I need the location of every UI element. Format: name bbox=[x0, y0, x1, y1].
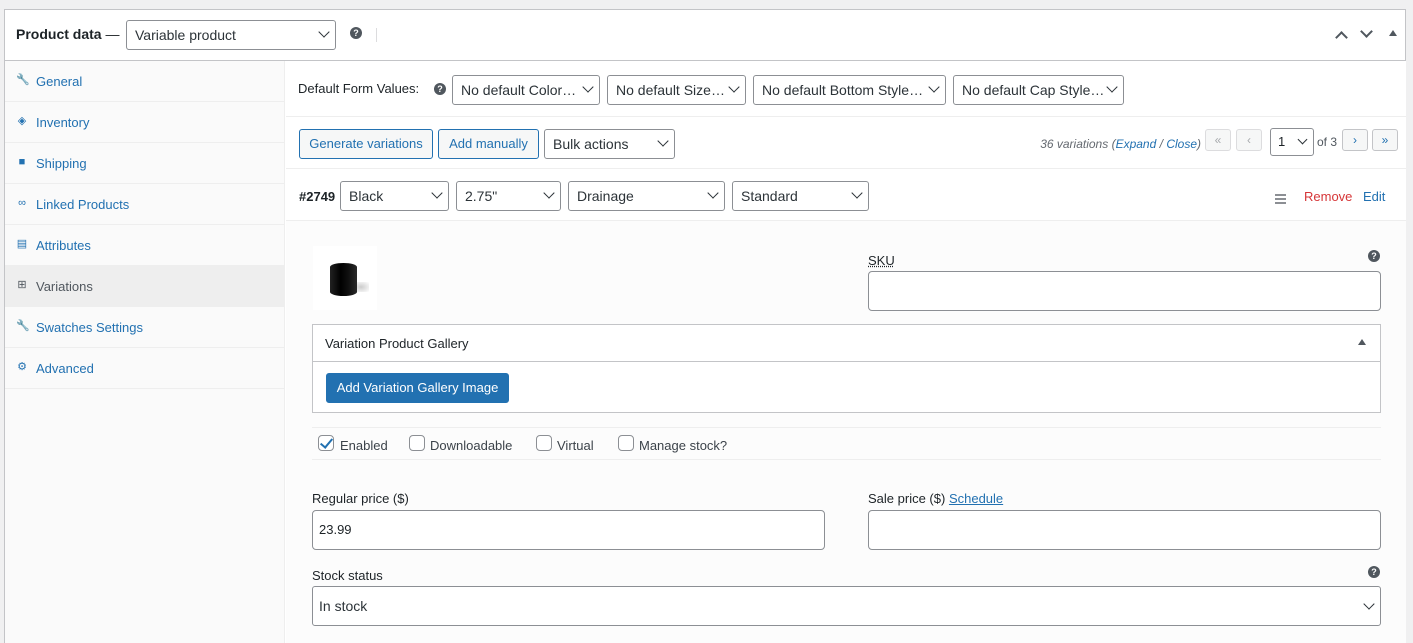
sale-price-label: Sale price ($) Schedule bbox=[868, 491, 1004, 506]
schedule-link[interactable]: Schedule bbox=[949, 491, 1003, 506]
default-size-select[interactable]: No default Size… bbox=[607, 75, 746, 105]
variations-panel: Default Form Values: ? No default Color…… bbox=[286, 61, 1406, 643]
chevron-down-icon bbox=[1363, 598, 1375, 610]
default-form-values-label: Default Form Values: bbox=[298, 81, 420, 96]
tab-general[interactable]: 🔧 General bbox=[5, 61, 285, 102]
remove-variation-link[interactable]: Remove bbox=[1304, 189, 1352, 204]
tab-linked-products[interactable]: ∞ Linked Products bbox=[5, 184, 285, 225]
add-manually-button[interactable]: Add manually bbox=[438, 129, 539, 159]
page-select[interactable]: 1 bbox=[1270, 128, 1314, 156]
regular-price-input[interactable]: 23.99 bbox=[312, 510, 825, 550]
product-type-select[interactable]: Variable product bbox=[126, 20, 336, 50]
variation-details: SKU ? Variation Product Gallery Add Vari… bbox=[286, 221, 1406, 643]
tag-icon: ◈ bbox=[17, 115, 27, 127]
drag-handle-icon[interactable] bbox=[1275, 194, 1286, 206]
variation-header: #2749 Black 2.75" Drainage Standard Remo… bbox=[286, 169, 1406, 221]
variation-options: Enabled Downloadable Virtual Manage stoc… bbox=[312, 427, 1381, 460]
help-icon[interactable]: ? bbox=[350, 27, 362, 39]
help-icon[interactable]: ? bbox=[1368, 566, 1380, 578]
wrench-icon: 🔧 bbox=[16, 74, 30, 86]
chevron-down-icon bbox=[543, 187, 555, 199]
move-up-icon[interactable] bbox=[1335, 31, 1348, 44]
gallery-header[interactable]: Variation Product Gallery bbox=[313, 325, 1380, 362]
grid-icon: ⊞ bbox=[17, 279, 27, 291]
chevron-down-icon bbox=[928, 81, 940, 93]
expand-link[interactable]: Expand bbox=[1116, 137, 1157, 151]
sku-input[interactable] bbox=[868, 271, 1381, 311]
product-data-panel: Product data — Variable product ? 🔧 Gene… bbox=[4, 9, 1406, 643]
add-variation-gallery-image-button[interactable]: Add Variation Gallery Image bbox=[326, 373, 509, 403]
prev-page-button[interactable]: ‹ bbox=[1236, 129, 1262, 151]
stock-status-select[interactable]: In stock bbox=[312, 586, 1381, 626]
wrench-icon: 🔧 bbox=[16, 320, 30, 332]
chevron-down-icon bbox=[318, 26, 330, 38]
variations-toolbar: Generate variations Add manually Bulk ac… bbox=[286, 117, 1406, 169]
generate-variations-button[interactable]: Generate variations bbox=[299, 129, 433, 159]
enabled-checkbox[interactable] bbox=[318, 435, 334, 451]
default-form-values-row: Default Form Values: ? No default Color…… bbox=[286, 61, 1406, 117]
next-page-button[interactable]: › bbox=[1342, 129, 1368, 151]
product-thumbnail bbox=[330, 263, 357, 296]
variation-cap-style-select[interactable]: Standard bbox=[732, 181, 869, 211]
variation-bottom-style-select[interactable]: Drainage bbox=[568, 181, 725, 211]
tab-variations[interactable]: ⊞ Variations bbox=[5, 266, 285, 307]
chevron-down-icon bbox=[431, 187, 443, 199]
link-icon: ∞ bbox=[18, 197, 26, 209]
tab-advanced[interactable]: ⚙ Advanced bbox=[5, 348, 285, 389]
variation-id: #2749 bbox=[299, 189, 336, 204]
product-data-header: Product data — Variable product ? bbox=[5, 10, 1405, 61]
chevron-down-icon bbox=[851, 187, 863, 199]
virtual-checkbox[interactable] bbox=[536, 435, 552, 451]
tab-inventory[interactable]: ◈ Inventory bbox=[5, 102, 285, 143]
edit-variation-link[interactable]: Edit bbox=[1363, 189, 1385, 204]
close-link[interactable]: Close bbox=[1166, 137, 1197, 151]
truck-icon: ■ bbox=[18, 156, 26, 168]
variation-size-select[interactable]: 2.75" bbox=[456, 181, 561, 211]
divider bbox=[376, 28, 377, 42]
bulk-actions-select[interactable]: Bulk actions bbox=[544, 129, 675, 159]
list-icon: ▤ bbox=[16, 238, 28, 250]
default-cap-style-select[interactable]: No default Cap Style… bbox=[953, 75, 1124, 105]
sale-price-input[interactable] bbox=[868, 510, 1381, 550]
page-total: of 3 bbox=[1317, 135, 1338, 149]
default-color-select[interactable]: No default Color… bbox=[452, 75, 600, 105]
chevron-down-icon bbox=[1106, 81, 1118, 93]
downloadable-checkbox[interactable] bbox=[409, 435, 425, 451]
variation-color-select[interactable]: Black bbox=[340, 181, 449, 211]
help-icon[interactable]: ? bbox=[1368, 250, 1380, 262]
tab-swatches-settings[interactable]: 🔧 Swatches Settings bbox=[5, 307, 285, 348]
last-page-button[interactable]: » bbox=[1372, 129, 1398, 151]
default-bottom-style-select[interactable]: No default Bottom Style… bbox=[753, 75, 946, 105]
help-icon[interactable]: ? bbox=[434, 83, 446, 95]
sku-label: SKU bbox=[868, 253, 895, 268]
first-page-button[interactable]: « bbox=[1205, 129, 1231, 151]
regular-price-label: Regular price ($) bbox=[312, 491, 409, 506]
variations-count: 36 variations (Expand / Close) bbox=[1040, 137, 1201, 151]
collapse-toggle-icon[interactable] bbox=[1389, 30, 1397, 36]
chevron-down-icon bbox=[1297, 134, 1308, 145]
variation-gallery-box: Variation Product Gallery Add Variation … bbox=[312, 324, 1381, 413]
manage-stock-checkbox[interactable] bbox=[618, 435, 634, 451]
variation-image[interactable] bbox=[313, 246, 377, 310]
gear-icon: ⚙ bbox=[17, 361, 27, 373]
tab-shipping[interactable]: ■ Shipping bbox=[5, 143, 285, 184]
chevron-down-icon bbox=[707, 187, 719, 199]
chevron-down-icon bbox=[728, 81, 740, 93]
tab-attributes[interactable]: ▤ Attributes bbox=[5, 225, 285, 266]
panel-title: Product data — bbox=[16, 26, 120, 42]
chevron-down-icon bbox=[582, 81, 594, 93]
product-data-tabs: 🔧 General ◈ Inventory ■ Shipping ∞ Linke… bbox=[5, 61, 285, 643]
collapse-icon[interactable] bbox=[1358, 339, 1366, 345]
chevron-down-icon bbox=[657, 135, 669, 147]
move-down-icon[interactable] bbox=[1360, 25, 1373, 38]
stock-status-label: Stock status bbox=[312, 568, 383, 583]
